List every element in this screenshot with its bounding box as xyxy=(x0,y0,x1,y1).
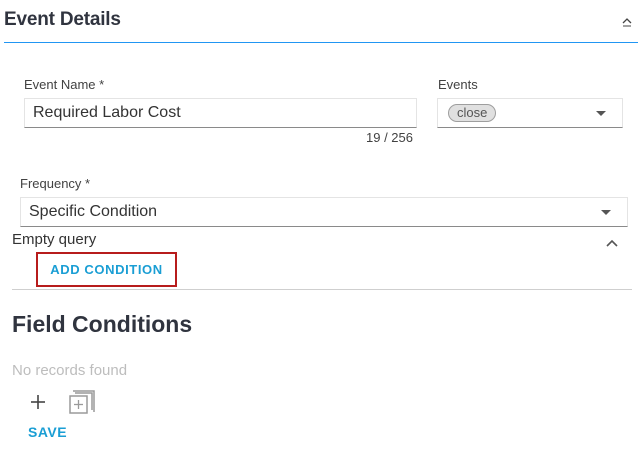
no-records-text: No records found xyxy=(12,362,128,379)
frequency-value: Specific Condition xyxy=(29,203,158,220)
save-button[interactable]: SAVE xyxy=(28,424,67,440)
divider xyxy=(12,289,632,290)
events-label: Events xyxy=(438,77,478,92)
collapse-section-button[interactable] xyxy=(620,14,634,28)
frequency-label: Frequency * xyxy=(20,176,91,191)
add-condition-button[interactable]: ADD CONDITION xyxy=(36,252,177,287)
event-name-input[interactable] xyxy=(25,99,416,127)
section-title: Event Details xyxy=(4,9,121,30)
field-conditions-title: Field Conditions xyxy=(12,311,193,337)
empty-query-text: Empty query xyxy=(12,231,97,248)
add-group-icon xyxy=(69,390,95,414)
plus-icon xyxy=(31,395,45,409)
frequency-select[interactable]: Specific Condition xyxy=(20,197,628,227)
event-chip-close[interactable]: close xyxy=(448,104,497,122)
collapse-query-button[interactable] xyxy=(604,236,620,248)
chevron-up-icon xyxy=(622,18,632,27)
event-name-label: Event Name * xyxy=(24,77,105,92)
dropdown-arrow-icon xyxy=(596,111,606,116)
event-name-field[interactable] xyxy=(24,98,417,128)
chevron-up-icon xyxy=(606,239,618,247)
event-details-panel: Event Details Event Name * 19 / 256 Even… xyxy=(0,0,642,449)
dropdown-arrow-icon xyxy=(601,210,611,215)
add-condition-group-button[interactable] xyxy=(68,388,96,416)
character-counter: 19 / 256 xyxy=(366,130,413,145)
events-select[interactable]: close xyxy=(437,98,623,128)
add-field-condition-button[interactable] xyxy=(28,392,48,412)
section-header: Event Details xyxy=(4,0,638,43)
